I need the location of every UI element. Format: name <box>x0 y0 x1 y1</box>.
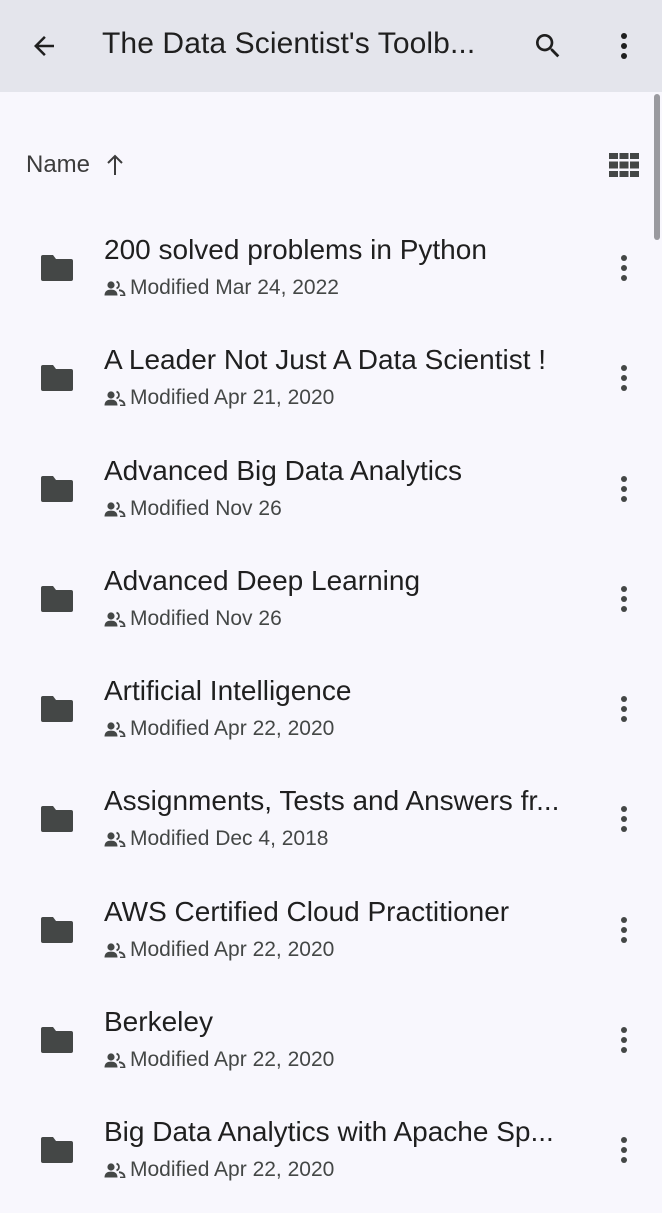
item-meta: Modified Apr 21, 2020 <box>104 384 334 412</box>
back-button[interactable] <box>20 22 68 70</box>
search-button[interactable] <box>524 22 572 70</box>
item-modified-date: Modified Mar 24, 2022 <box>130 276 339 299</box>
more-vert-icon <box>621 916 627 943</box>
item-title: Artificial Intelligence <box>104 675 352 707</box>
people-icon <box>104 280 126 296</box>
item-title: A Leader Not Just A Data Scientist ! <box>104 344 547 376</box>
folder-icon <box>41 916 73 943</box>
folder-icon <box>41 1027 73 1054</box>
more-vert-icon <box>621 696 627 723</box>
folder-icon <box>41 475 73 502</box>
item-meta: Modified Apr 22, 2020 <box>104 1046 334 1074</box>
sort-bar: Name <box>0 140 662 190</box>
people-icon <box>104 1052 126 1069</box>
more-vert-icon <box>621 1137 627 1164</box>
list-item[interactable]: Advanced Big Data Analytics Modified Nov… <box>0 441 662 551</box>
item-meta: Modified Mar 24, 2022 <box>104 274 339 302</box>
search-icon <box>536 34 560 58</box>
item-title: Assignments, Tests and Answers fr... <box>104 785 560 817</box>
item-title: Advanced Deep Learning <box>104 564 421 596</box>
item-modified-date: Modified Apr 22, 2020 <box>130 937 335 961</box>
people-icon <box>104 611 126 627</box>
item-modified-date: Modified Apr 22, 2020 <box>130 717 335 741</box>
item-meta: Modified Nov 26 <box>104 605 282 633</box>
item-modified-date: Modified Nov 26 <box>130 496 282 520</box>
item-more-button[interactable] <box>600 354 648 402</box>
sort-by-name-button[interactable]: Name <box>26 150 90 180</box>
item-more-button[interactable] <box>600 575 648 623</box>
more-options-button[interactable] <box>600 22 648 70</box>
item-title: AWS Certified Cloud Practitioner <box>104 895 510 927</box>
more-vert-icon <box>621 1027 627 1054</box>
top-app-bar: The Data Scientist's Toolb... <box>0 0 662 92</box>
more-vert-icon <box>621 806 627 833</box>
list-item[interactable]: A Leader Not Just A Data Scientist ! Mod… <box>0 330 662 440</box>
folder-title: The Data Scientist's Toolb... <box>102 27 476 60</box>
item-modified-date: Modified Nov 26 <box>130 606 282 630</box>
item-meta: Modified Apr 22, 2020 <box>104 936 334 964</box>
people-icon <box>104 832 126 848</box>
item-modified-date: Modified Dec 4, 2018 <box>130 827 329 851</box>
item-more-button[interactable] <box>600 1016 648 1064</box>
arrow-up-icon[interactable] <box>104 152 126 178</box>
item-modified-date: Modified Apr 22, 2020 <box>130 1048 335 1072</box>
grid-view-button[interactable] <box>600 148 648 182</box>
more-vert-icon <box>621 585 627 612</box>
item-more-button[interactable] <box>600 1126 648 1174</box>
people-icon <box>104 501 126 517</box>
item-more-button[interactable] <box>600 244 648 292</box>
item-title: Berkeley <box>104 1006 213 1038</box>
list-item[interactable]: 200 solved problems in Python Modified M… <box>0 220 662 330</box>
people-icon <box>104 721 126 738</box>
more-vert-icon <box>621 33 627 59</box>
item-title: Big Data Analytics with Apache Sp... <box>104 1116 554 1148</box>
item-title: 200 solved problems in Python <box>104 234 487 265</box>
item-modified-date: Modified Apr 22, 2020 <box>130 1158 335 1182</box>
item-meta: Modified Apr 22, 2020 <box>104 715 334 743</box>
list-item[interactable]: AWS Certified Cloud Practitioner Modifie… <box>0 882 662 992</box>
arrow-back-icon <box>34 36 54 56</box>
item-modified-date: Modified Apr 21, 2020 <box>130 386 335 410</box>
people-icon <box>104 942 126 958</box>
item-meta: Modified Dec 4, 2018 <box>104 825 328 853</box>
folder-list: 200 solved problems in Python Modified M… <box>0 220 662 1213</box>
list-item[interactable]: Artificial Intelligence Modified Apr 22,… <box>0 661 662 771</box>
item-title: Advanced Big Data Analytics <box>104 454 462 486</box>
more-vert-icon <box>621 255 627 281</box>
item-meta: Modified Apr 22, 2020 <box>104 1156 334 1184</box>
list-item[interactable]: Assignments, Tests and Answers fr... Mod… <box>0 771 662 881</box>
folder-icon <box>41 365 73 392</box>
list-item[interactable]: Berkeley Modified Apr 22, 2020 <box>0 992 662 1102</box>
more-vert-icon <box>621 365 627 392</box>
item-meta: Modified Nov 26 <box>104 495 282 523</box>
people-icon <box>104 391 126 407</box>
grid-view-icon <box>609 153 639 177</box>
folder-icon <box>41 696 73 723</box>
more-vert-icon <box>621 475 627 502</box>
list-item[interactable]: Advanced Deep Learning Modified Nov 26 <box>0 551 662 661</box>
folder-icon <box>41 1137 73 1164</box>
people-icon <box>104 1163 126 1179</box>
item-more-button[interactable] <box>600 685 648 733</box>
folder-icon <box>41 255 73 281</box>
item-more-button[interactable] <box>600 465 648 513</box>
folder-icon <box>41 585 73 612</box>
item-more-button[interactable] <box>600 795 648 843</box>
item-more-button[interactable] <box>600 906 648 954</box>
folder-icon <box>41 806 73 833</box>
list-item[interactable]: Big Data Analytics with Apache Sp... Mod… <box>0 1102 662 1212</box>
